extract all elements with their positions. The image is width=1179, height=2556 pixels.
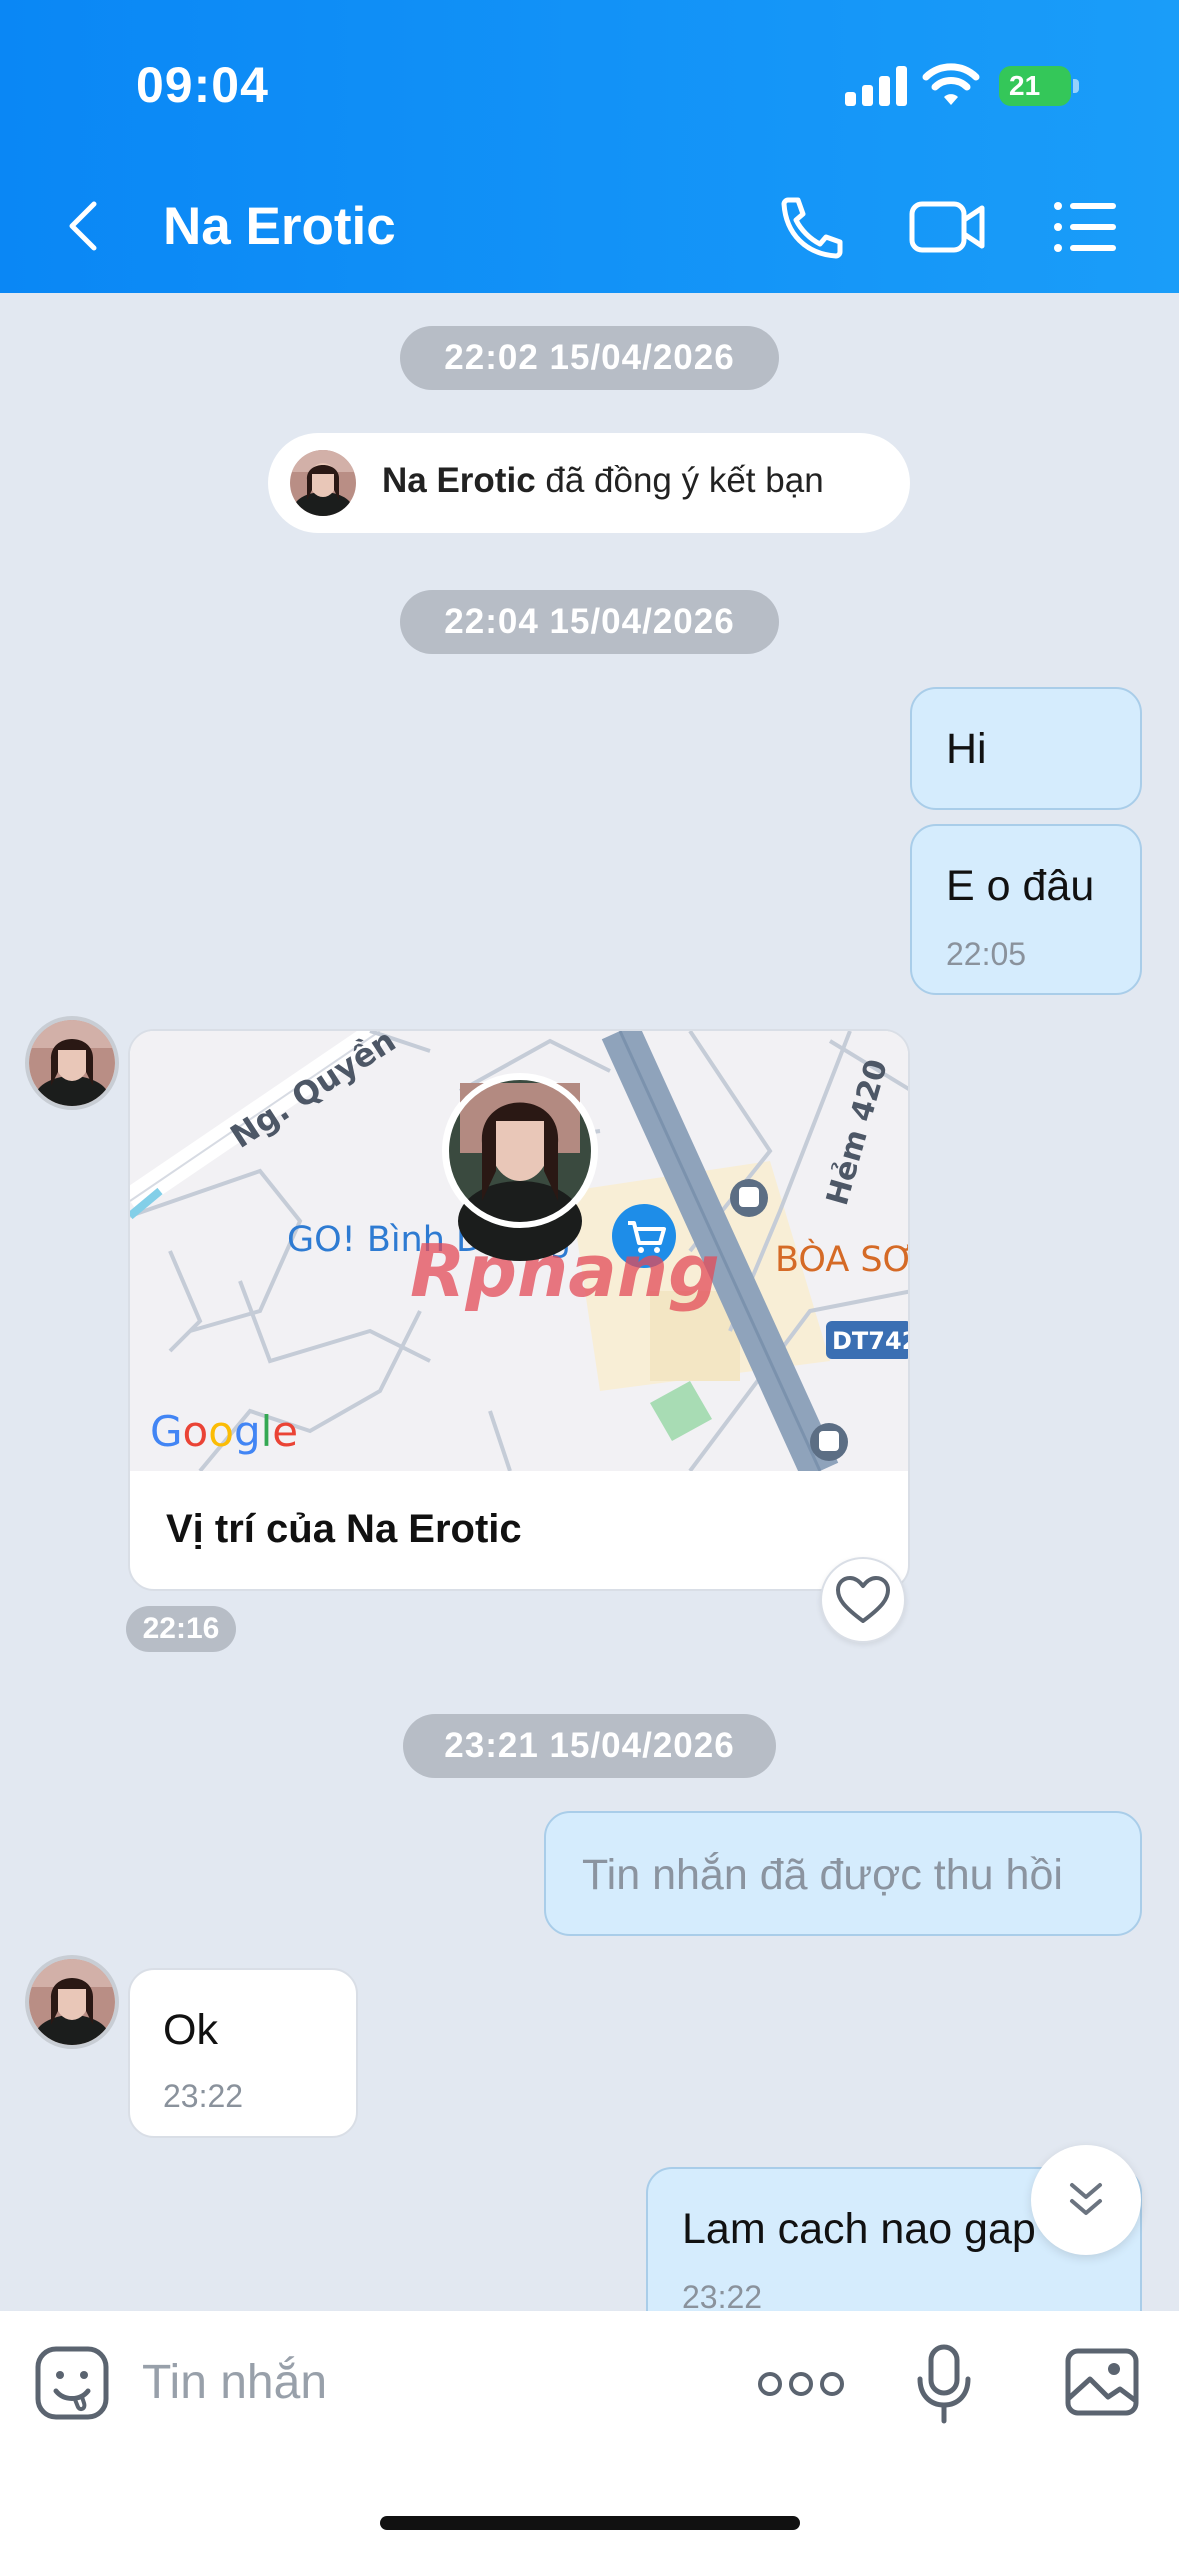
emoji-sticker-icon[interactable] bbox=[34, 2345, 110, 2421]
friend-accepted-notice: Na Erotic đã đồng ý kết bạn bbox=[268, 433, 910, 533]
heart-icon bbox=[836, 1576, 890, 1623]
scroll-to-bottom-button[interactable] bbox=[1031, 2145, 1141, 2255]
map-preview[interactable]: DT742 Ng. Quyền Hẻm 420 GO! Bình Dương B… bbox=[130, 1031, 910, 1480]
image-gallery-icon[interactable] bbox=[1064, 2347, 1140, 2417]
message-input[interactable]: Tin nhắn bbox=[142, 2355, 327, 2410]
recalled-text: Tin nhắn đã được thu hồi bbox=[582, 1851, 1063, 1899]
message-time: 23:22 bbox=[163, 2078, 244, 2114]
contact-avatar bbox=[290, 450, 356, 516]
chat-title[interactable]: Na Erotic bbox=[163, 196, 396, 257]
chat-header: 09:04 21 Na Erotic bbox=[0, 0, 1179, 293]
back-chevron-icon[interactable] bbox=[56, 196, 116, 256]
outgoing-message[interactable]: E o đâu 22:05 bbox=[910, 824, 1142, 995]
more-options-icon[interactable] bbox=[756, 2359, 846, 2409]
message-time: 22:05 bbox=[946, 936, 1027, 972]
system-action-text: đã đồng ý kết bạn bbox=[535, 461, 824, 500]
outgoing-message[interactable]: Hi bbox=[910, 687, 1142, 810]
like-heart-button[interactable] bbox=[820, 1557, 906, 1643]
double-chevron-down-icon bbox=[1070, 2183, 1102, 2215]
message-time: 22:16 bbox=[126, 1606, 236, 1652]
menu-list-icon[interactable] bbox=[1050, 192, 1130, 262]
location-message[interactable]: DT742 Ng. Quyền Hẻm 420 GO! Bình Dương B… bbox=[128, 1029, 910, 1591]
battery-level: 21 bbox=[999, 66, 1071, 106]
message-text: Ok bbox=[163, 2006, 218, 2054]
recalled-message[interactable]: Tin nhắn đã được thu hồi bbox=[544, 1811, 1142, 1936]
message-text: Hi bbox=[946, 725, 987, 773]
system-contact-name: Na Erotic bbox=[382, 461, 536, 500]
location-caption: Vị trí của Na Erotic bbox=[166, 1507, 522, 1551]
date-divider: 23:21 15/04/2026 bbox=[403, 1714, 776, 1778]
wifi-icon bbox=[922, 60, 980, 108]
road-sign-label: DT742 bbox=[832, 1327, 910, 1355]
home-indicator bbox=[380, 2516, 800, 2530]
message-text: Lam cach nao gap bbox=[682, 2205, 1036, 2253]
microphone-icon[interactable] bbox=[914, 2343, 974, 2427]
cellular-signal-icon bbox=[845, 66, 907, 106]
battery-icon: 21 bbox=[999, 66, 1079, 106]
video-call-icon[interactable] bbox=[908, 192, 988, 262]
contact-avatar[interactable] bbox=[25, 1016, 119, 1110]
incoming-message[interactable]: Ok 23:22 bbox=[128, 1968, 358, 2138]
map-district-label: BÒA SƠ bbox=[775, 1238, 910, 1280]
phone-icon[interactable] bbox=[770, 192, 850, 262]
contact-avatar[interactable] bbox=[25, 1955, 119, 2049]
status-time: 09:04 bbox=[136, 57, 269, 113]
date-divider: 22:02 15/04/2026 bbox=[400, 326, 779, 390]
google-logo: Google bbox=[150, 1407, 298, 1456]
date-divider: 22:04 15/04/2026 bbox=[400, 590, 779, 654]
message-text: E o đâu bbox=[946, 862, 1095, 910]
